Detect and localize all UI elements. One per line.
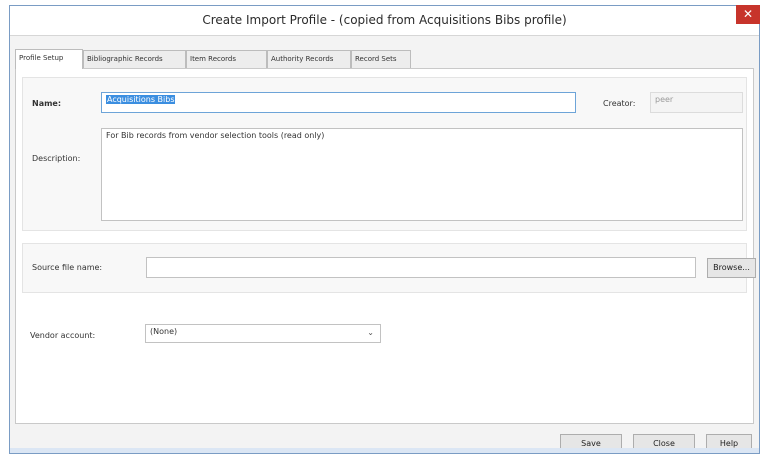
tab-item-records[interactable]: Item Records bbox=[186, 50, 267, 68]
vendor-account-label: Vendor account: bbox=[30, 331, 96, 340]
window-bottom-edge bbox=[10, 448, 759, 453]
tab-bibliographic-records[interactable]: Bibliographic Records bbox=[83, 50, 186, 68]
name-label: Name: bbox=[32, 99, 62, 108]
name-input[interactable]: Acquisitions Bibs bbox=[101, 92, 576, 113]
creator-field: peer bbox=[650, 92, 743, 113]
description-textarea[interactable]: For Bib records from vendor selection to… bbox=[101, 128, 743, 221]
creator-label: Creator: bbox=[603, 99, 636, 108]
vendor-account-select[interactable]: (None) ⌄ bbox=[145, 324, 381, 343]
close-window-button[interactable]: ✕ bbox=[736, 5, 760, 24]
source-file-group: Source file name: Browse... bbox=[22, 243, 756, 293]
close-icon: ✕ bbox=[742, 7, 754, 21]
browse-button[interactable]: Browse... bbox=[707, 258, 756, 278]
title-bar: Create Import Profile - (copied from Acq… bbox=[10, 5, 760, 36]
source-file-label: Source file name: bbox=[32, 263, 103, 272]
source-file-input[interactable] bbox=[146, 257, 696, 278]
tab-record-sets[interactable]: Record Sets bbox=[351, 50, 411, 68]
chevron-down-icon: ⌄ bbox=[367, 328, 374, 337]
profile-info-group: Name: Acquisitions Bibs Creator: peer De… bbox=[22, 77, 747, 231]
tab-profile-setup[interactable]: Profile Setup bbox=[15, 49, 83, 69]
profile-setup-panel: Name: Acquisitions Bibs Creator: peer De… bbox=[15, 68, 756, 453]
dialog-window: Create Import Profile - (copied from Acq… bbox=[9, 5, 760, 454]
dialog-title: Create Import Profile - (copied from Acq… bbox=[202, 13, 567, 27]
tab-authority-records[interactable]: Authority Records bbox=[267, 50, 351, 68]
description-label: Description: bbox=[32, 154, 81, 163]
name-value: Acquisitions Bibs bbox=[106, 95, 176, 104]
